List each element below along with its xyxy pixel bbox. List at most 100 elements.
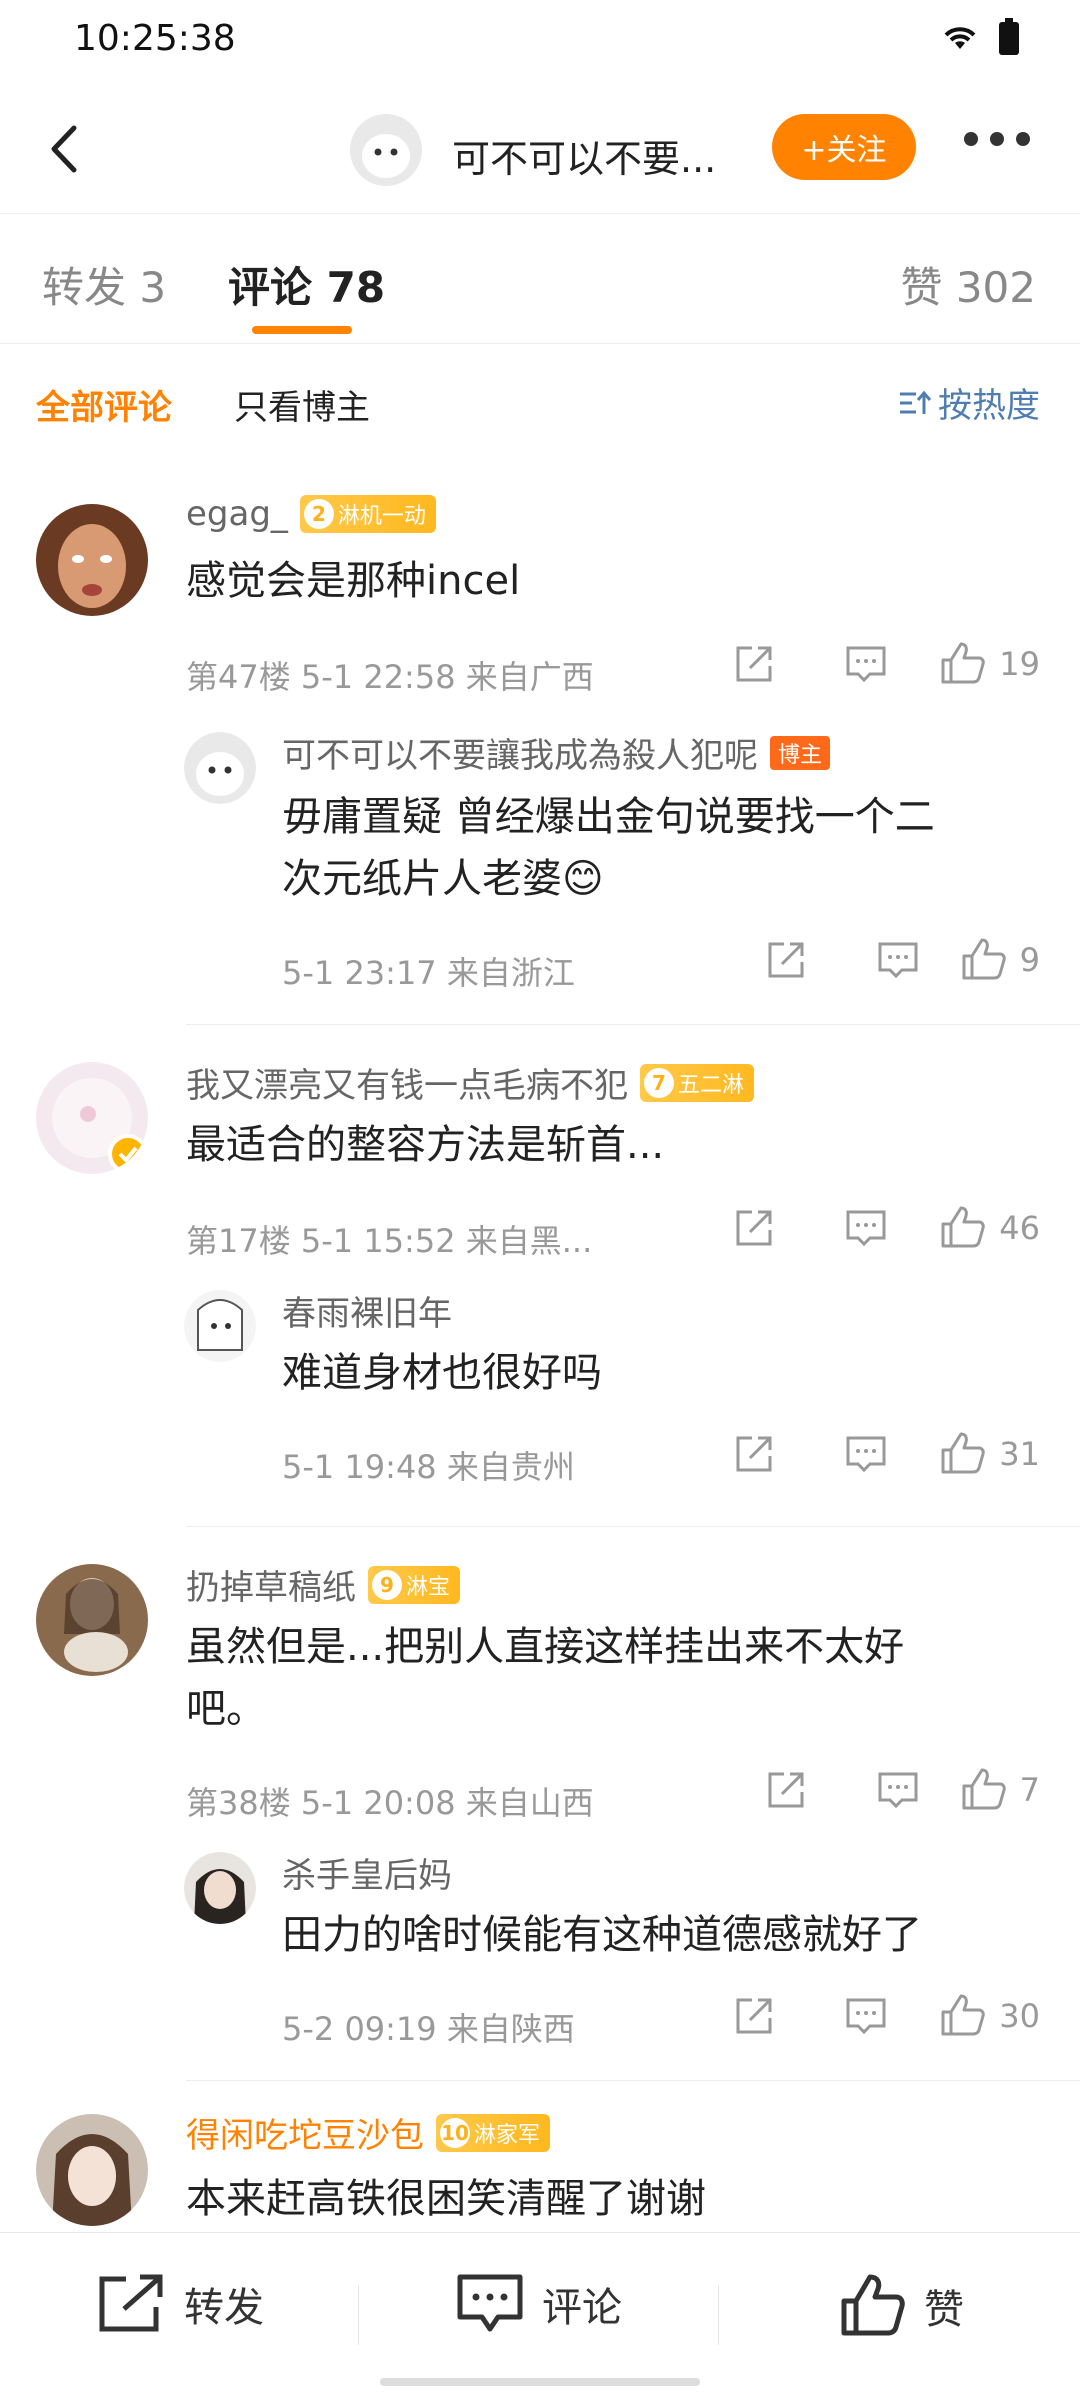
sort-button[interactable]: 按热度 bbox=[898, 378, 1040, 427]
reply-meta: 5-2 09:19 来自陕西 bbox=[282, 2010, 575, 2048]
reply-username[interactable]: 可不可以不要讓我成為殺人犯呢 博主 bbox=[282, 728, 831, 777]
like-button[interactable]: 7 bbox=[920, 1766, 1040, 1814]
avatar[interactable] bbox=[36, 504, 148, 616]
comment-text: 虽然但是...把别人直接这样挂出来不太好 吧。 bbox=[186, 1616, 1036, 1740]
like-label: 赞 bbox=[924, 2287, 964, 2333]
comment-filter: 全部评论 只看博主 按热度 bbox=[0, 344, 1080, 454]
bottom-action-bar: 转发 评论 赞 bbox=[0, 2232, 1080, 2400]
like-button[interactable]: 46 bbox=[888, 1204, 1040, 1252]
reply-button[interactable] bbox=[776, 1994, 888, 2038]
sort-icon bbox=[900, 390, 932, 414]
comment-button[interactable]: 评论 bbox=[456, 2273, 622, 2335]
reply-button[interactable] bbox=[808, 1768, 920, 1812]
thumbs-up-icon bbox=[941, 642, 986, 684]
share-icon bbox=[736, 1436, 772, 1472]
like-button[interactable]: 9 bbox=[920, 936, 1040, 984]
wifi-icon bbox=[944, 27, 976, 49]
comment-text-line: 虽然但是...把别人直接这样挂出来不太好 bbox=[186, 1624, 905, 1670]
like-post-button[interactable]: 赞 bbox=[840, 2273, 964, 2339]
badge-text: 淋宝 bbox=[406, 1574, 451, 1600]
divider bbox=[186, 1024, 1080, 1025]
comment-meta: 第17楼 5-1 15:52 来自黑... bbox=[186, 1222, 593, 1260]
username[interactable]: 得闲吃坨豆沙包 bbox=[186, 2108, 424, 2157]
avatar[interactable] bbox=[36, 2114, 148, 2226]
like-count: 30 bbox=[999, 1997, 1040, 2035]
reply-text: 田力的啥时候能有这种道德感就好了 bbox=[282, 1904, 1042, 1966]
reply-button[interactable] bbox=[808, 938, 920, 982]
separator bbox=[718, 2285, 719, 2345]
fan-badge: 2 淋机一动 bbox=[299, 495, 436, 533]
like-count: 46 bbox=[999, 1209, 1040, 1247]
repost-label: 转发 bbox=[184, 2285, 264, 2331]
nav-title[interactable]: 可不可以不要... bbox=[452, 128, 716, 183]
thumbs-up-icon bbox=[941, 1432, 986, 1474]
thumbs-up-icon bbox=[962, 938, 1006, 980]
reply-button[interactable] bbox=[776, 1432, 888, 1476]
comment-username[interactable]: 得闲吃坨豆沙包 10 淋家军 bbox=[186, 2108, 551, 2157]
comment-text: 感觉会是那种incel bbox=[186, 558, 521, 604]
comment-username[interactable]: egag_ 2 淋机一动 bbox=[186, 494, 436, 534]
username[interactable]: 我又漂亮又有钱一点毛病不犯 bbox=[186, 1058, 628, 1107]
comment-username[interactable]: 扔掉草稿纸 9 淋宝 bbox=[186, 1560, 461, 1609]
author-avatar[interactable] bbox=[350, 114, 422, 186]
share-button[interactable] bbox=[696, 1206, 776, 1250]
like-button[interactable]: 31 bbox=[888, 1430, 1040, 1478]
battery-icon bbox=[999, 18, 1019, 55]
divider bbox=[186, 1526, 1080, 1527]
comment-text-line: 吧。 bbox=[186, 1686, 266, 1732]
share-button[interactable] bbox=[696, 1768, 808, 1812]
reply-text-line: 次元纸片人老婆😊 bbox=[282, 856, 604, 902]
comment-icon bbox=[846, 1210, 886, 1247]
share-button[interactable] bbox=[696, 938, 808, 982]
reply-avatar[interactable] bbox=[184, 732, 256, 804]
reply-button[interactable] bbox=[776, 1206, 888, 1250]
reply-button[interactable] bbox=[776, 642, 888, 686]
tab-repost[interactable]: 转发 3 bbox=[42, 254, 166, 315]
comment-text: 本来赶高铁很困笑清醒了谢谢 bbox=[186, 2176, 706, 2222]
reply-avatar[interactable] bbox=[184, 1290, 256, 1362]
reply-actions: 31 bbox=[696, 1430, 1040, 1478]
thumbs-up-icon bbox=[841, 2274, 905, 2336]
like-count: 9 bbox=[1019, 941, 1040, 979]
tab-comments[interactable]: 评论 78 bbox=[228, 254, 385, 315]
back-icon[interactable] bbox=[30, 114, 100, 184]
share-button[interactable] bbox=[696, 1994, 776, 2038]
comment-meta: 第38楼 5-1 20:08 来自山西 bbox=[186, 1784, 594, 1822]
tab-likes[interactable]: 赞 302 bbox=[900, 254, 1036, 315]
username[interactable]: 春雨裸旧年 bbox=[282, 1286, 452, 1335]
repost-button[interactable]: 转发 bbox=[96, 2273, 264, 2335]
avatar[interactable] bbox=[36, 1062, 148, 1174]
share-button[interactable] bbox=[696, 642, 776, 686]
reply-meta: 5-1 19:48 来自贵州 bbox=[282, 1448, 575, 1486]
more-icon[interactable] bbox=[964, 132, 1030, 146]
like-count: 7 bbox=[1019, 1771, 1040, 1809]
comment-username[interactable]: 我又漂亮又有钱一点毛病不犯 7 五二淋 bbox=[186, 1058, 755, 1107]
filter-author-only[interactable]: 只看博主 bbox=[234, 380, 370, 429]
filter-all-comments[interactable]: 全部评论 bbox=[36, 380, 172, 429]
badge-level: 2 bbox=[303, 499, 334, 529]
like-button[interactable]: 30 bbox=[888, 1992, 1040, 2040]
comment-icon bbox=[846, 646, 886, 683]
follow-button[interactable]: +关注 bbox=[772, 114, 916, 180]
fan-badge: 9 淋宝 bbox=[368, 1565, 461, 1604]
fan-badge: 10 淋家军 bbox=[436, 2113, 551, 2152]
reply-text-line: 田力的啥时候能有这种道德感就好了 bbox=[282, 1912, 922, 1958]
username[interactable]: 杀手皇后妈 bbox=[282, 1848, 452, 1897]
reply-username[interactable]: 春雨裸旧年 bbox=[282, 1286, 452, 1335]
comment-icon bbox=[457, 2274, 523, 2332]
reply-text: 难道身材也很好吗 bbox=[282, 1342, 1042, 1404]
avatar[interactable] bbox=[36, 1564, 148, 1676]
comment-item: 得闲吃坨豆沙包 10 淋家军 本来赶高铁很困笑清醒了谢谢 bbox=[0, 2080, 1080, 2232]
comment-icon bbox=[878, 942, 918, 979]
reply-meta: 5-1 23:17 来自浙江 bbox=[282, 954, 575, 992]
share-button[interactable] bbox=[696, 1432, 776, 1476]
reply-avatar[interactable] bbox=[184, 1852, 256, 1924]
reply-username[interactable]: 杀手皇后妈 bbox=[282, 1848, 452, 1897]
comment-icon bbox=[846, 1998, 886, 2035]
username[interactable]: 扔掉草稿纸 bbox=[186, 1560, 356, 1609]
badge-level: 9 bbox=[372, 1569, 402, 1600]
username[interactable]: 可不可以不要讓我成為殺人犯呢 bbox=[282, 728, 758, 777]
thumbs-up-icon bbox=[962, 1768, 1006, 1810]
like-button[interactable]: 19 bbox=[888, 640, 1040, 688]
username[interactable]: egag_ bbox=[186, 494, 288, 534]
